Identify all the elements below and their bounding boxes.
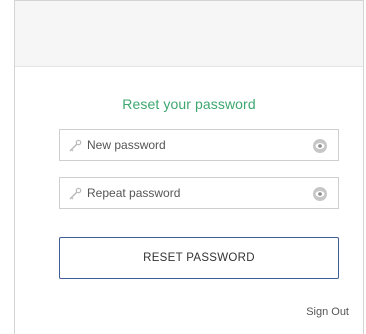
key-icon: [69, 187, 82, 200]
page-title: Reset your password: [122, 96, 256, 112]
new-password-field[interactable]: [59, 129, 339, 161]
repeat-password-field[interactable]: [59, 177, 339, 209]
eye-icon[interactable]: [312, 138, 328, 154]
panel-header: [15, 1, 363, 67]
eye-icon[interactable]: [312, 186, 328, 202]
key-icon: [69, 139, 82, 152]
repeat-password-input[interactable]: [87, 178, 305, 208]
reset-password-panel: Reset your password RESET PASSWORD Sign …: [14, 0, 364, 334]
reset-password-button[interactable]: RESET PASSWORD: [59, 237, 339, 279]
sign-out-link[interactable]: Sign Out: [306, 306, 349, 318]
new-password-input[interactable]: [87, 130, 305, 160]
